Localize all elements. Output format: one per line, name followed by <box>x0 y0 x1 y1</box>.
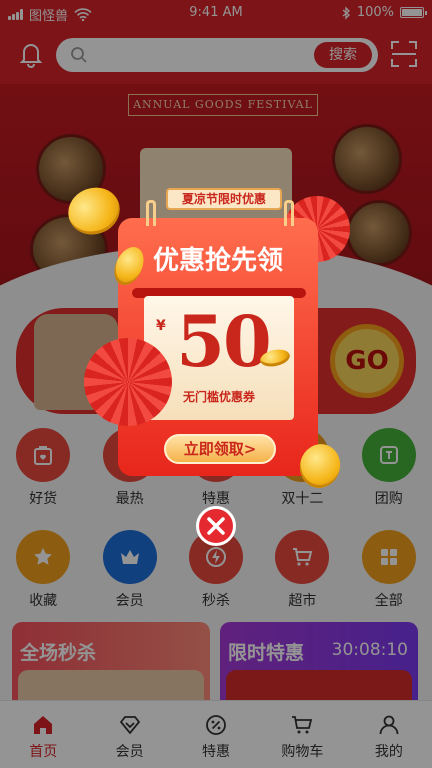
close-button[interactable] <box>196 506 236 546</box>
currency-symbol: ¥ <box>156 318 166 334</box>
box-handle-left <box>146 200 156 226</box>
promo-tag: 夏凉节限时优惠 <box>166 188 282 210</box>
box-handle-right <box>284 200 294 226</box>
paper-fan-decoration <box>84 338 172 426</box>
popup-title: 优惠抢先领 <box>152 246 283 276</box>
app-screen: 图怪兽 9:41 AM 100% 搜索 ANNUAL GOODS FESTIVA… <box>0 0 432 768</box>
claim-coupon-button[interactable]: 立即领取> <box>164 434 276 464</box>
coupon-amount: 50 <box>176 300 271 383</box>
close-icon <box>207 517 225 535</box>
